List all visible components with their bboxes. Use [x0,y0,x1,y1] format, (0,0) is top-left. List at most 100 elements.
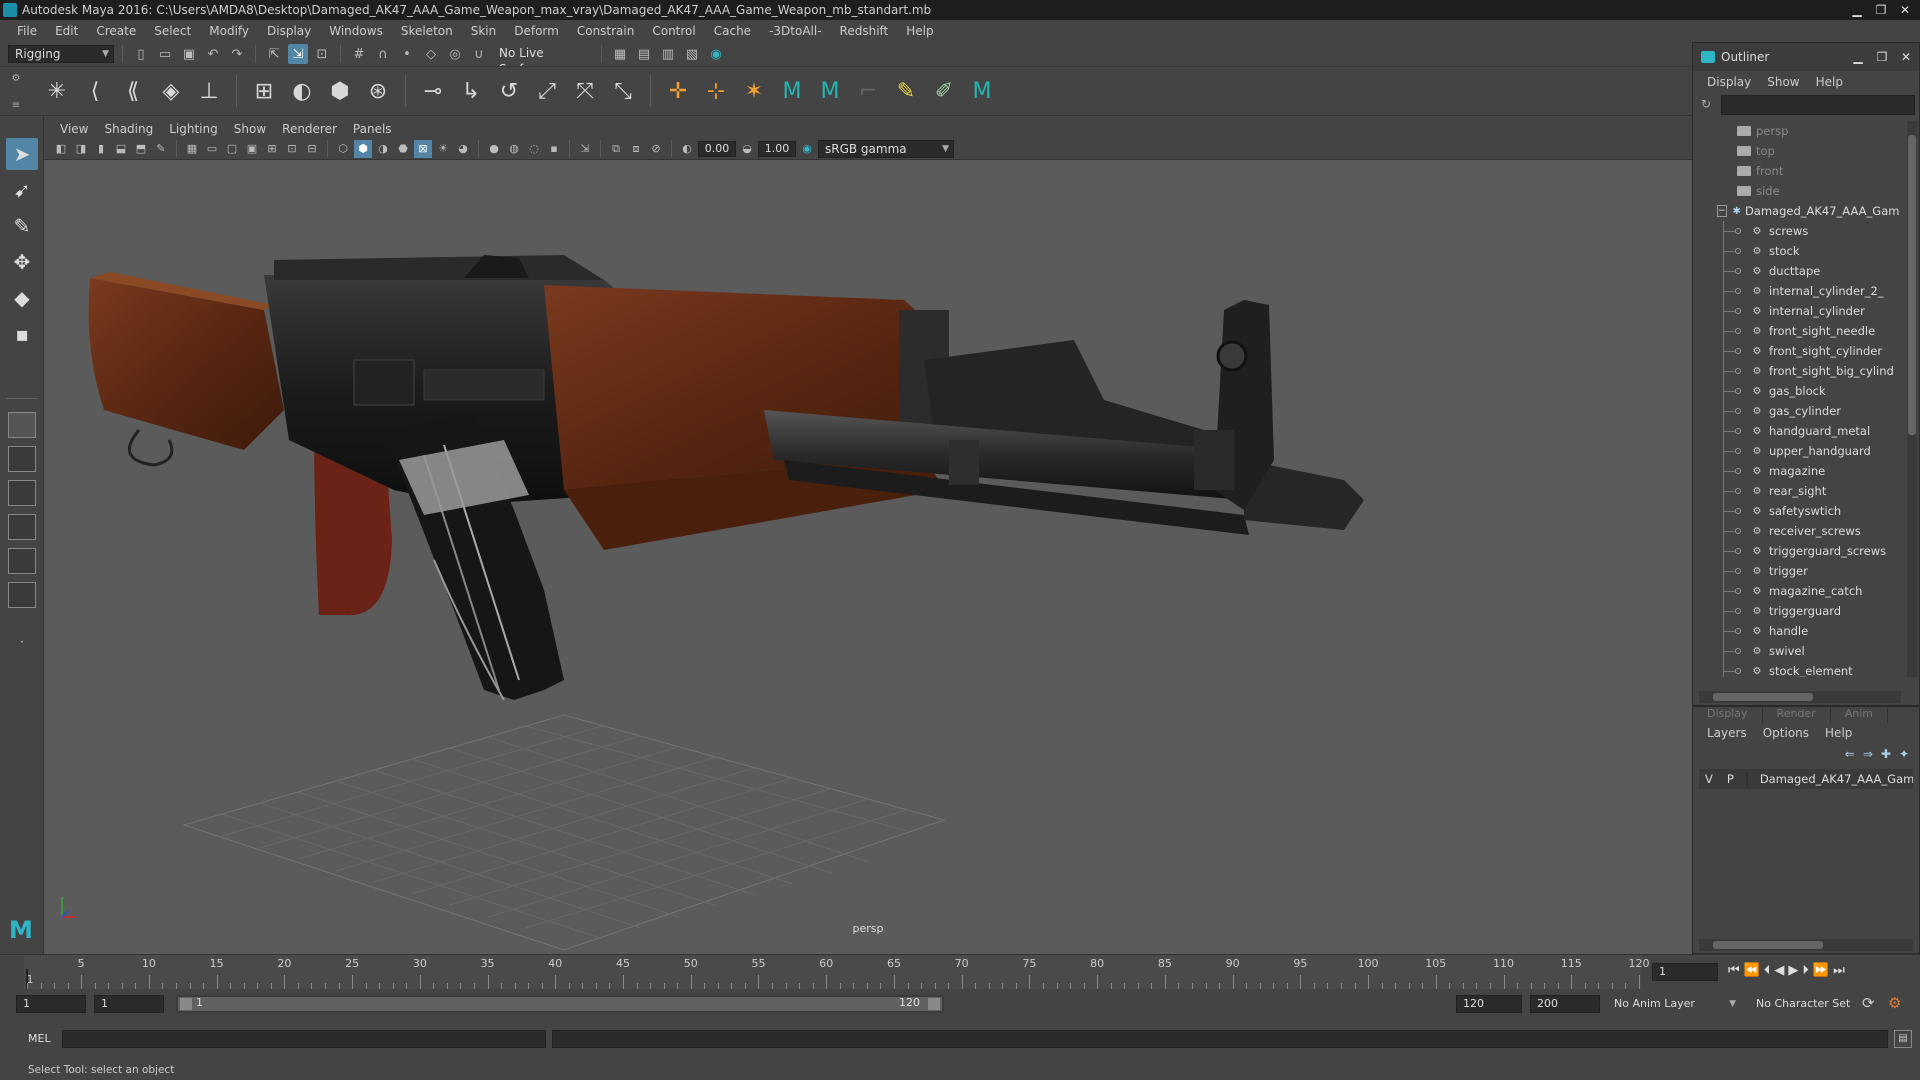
outliner-item-magazine[interactable]: ⚙ magazine [1699,461,1899,481]
step-forward-key-icon[interactable]: ⏩ [1813,963,1829,978]
menu-control[interactable]: Control [643,24,704,38]
tab-anim[interactable]: Anim [1831,707,1888,723]
expand-dot-icon[interactable] [1735,508,1741,514]
minimize-button[interactable]: ▁ [1846,2,1868,18]
parent-constraint-icon[interactable]: ⤧ [570,75,600,107]
snap-surface-icon[interactable]: ◎ [445,44,465,64]
step-back-key-icon[interactable]: ⏪ [1744,963,1760,978]
xray-components-icon[interactable]: ⊘ [647,140,665,158]
expand-dot-icon[interactable] [1735,328,1741,334]
outliner-item-receiver-screws[interactable]: ⚙ receiver_screws [1699,521,1899,541]
step-back-frame-icon[interactable]: ⏴ [1764,963,1771,978]
lattice-icon[interactable]: ⊞ [249,75,279,107]
layer-visibility-toggle[interactable]: V [1705,772,1713,786]
panel-menu-renderer[interactable]: Renderer [274,122,345,136]
outliner-search-input[interactable] [1721,95,1915,115]
outliner-close-button[interactable]: ✕ [1895,49,1917,65]
outliner-item-top[interactable]: top [1699,141,1899,161]
outliner-layout-icon[interactable] [8,514,36,540]
move-layer-down-icon[interactable]: ⇒ [1863,747,1873,761]
field-chart-icon[interactable]: ⊞ [263,140,281,158]
go-to-start-icon[interactable]: ⏮ [1728,963,1740,978]
outliner-item-trigger[interactable]: ⚙ trigger [1699,561,1899,581]
layer-horizontal-scrollbar[interactable] [1699,939,1913,951]
camera-select-icon[interactable]: ◧ [52,140,70,158]
pole-vector-icon[interactable]: ⤡ [608,75,638,107]
gamma-field[interactable]: 1.00 [758,140,796,157]
film-gate-icon[interactable]: ▭ [203,140,221,158]
layer-type-toggle[interactable] [1745,772,1748,786]
animation-preferences-icon[interactable]: ⚙ [1888,994,1901,1012]
render-layout-icon[interactable] [8,582,36,608]
command-input[interactable] [62,1030,546,1048]
two-view-layout-icon[interactable] [8,480,36,506]
expand-dot-icon[interactable] [1735,228,1741,234]
range-slider[interactable]: 1 120 [176,995,944,1013]
joint-tool-icon[interactable]: ✳ [42,75,72,107]
outliner-item-front-sight-cylinder[interactable]: ⚙ front_sight_cylinder [1699,341,1899,361]
skeleton-icon[interactable]: ✶ [739,75,769,107]
outliner-item-rear-sight[interactable]: ⚙ rear_sight [1699,481,1899,501]
outliner-item-upper-handguard[interactable]: ⚙ upper_handguard [1699,441,1899,461]
point-constraint-icon[interactable]: ⊸ [418,75,448,107]
expand-dot-icon[interactable] [1735,628,1741,634]
outliner-item-stock[interactable]: ⚙ stock [1699,241,1899,261]
wireframe-icon[interactable]: ⬡ [334,140,352,158]
camera-attributes-icon[interactable]: ◨ [72,140,90,158]
mash-icon[interactable]: M [967,75,997,107]
blank-slot-icon[interactable]: ⌐ [853,75,883,107]
viewport-persp[interactable]: persp [44,160,1692,954]
menu-select[interactable]: Select [145,24,200,38]
bind-skin-icon[interactable]: ◈ [156,75,186,107]
expand-dot-icon[interactable] [1735,528,1741,534]
ik-spline-icon[interactable]: ⟪ [118,75,148,107]
select-component-icon[interactable]: ⊡ [312,44,332,64]
outliner-vertical-scrollbar[interactable] [1907,121,1917,677]
four-view-layout-icon[interactable] [8,446,36,472]
character-set-dropdown[interactable]: No Character Set [1750,995,1860,1013]
play-backwards-icon[interactable]: ◀ [1774,963,1784,978]
xray-joints-icon[interactable]: ⧈ [627,140,645,158]
menu-modify[interactable]: Modify [200,24,258,38]
outliner-item-internal-cylinder-2[interactable]: ⚙ internal_cylinder_2_ [1699,281,1899,301]
more-layouts-icon[interactable]: · [6,626,38,658]
bookmark-icon[interactable]: ▮ [92,140,110,158]
select-hierarchy-icon[interactable]: ⇱ [264,44,284,64]
expand-dot-icon[interactable] [1735,288,1741,294]
open-scene-icon[interactable]: ▭ [155,44,175,64]
current-frame-field[interactable]: 1 [1652,963,1718,981]
mirror-joint-icon[interactable]: ⊥ [194,75,224,107]
layer-playback-toggle[interactable]: P [1727,772,1734,786]
expand-dot-icon[interactable] [1735,388,1741,394]
outliner-item-front-sight-needle[interactable]: ⚙ front_sight_needle [1699,321,1899,341]
outliner-item-front-sight-big-cylind[interactable]: ⚙ front_sight_big_cylind [1699,361,1899,381]
step-forward-frame-icon[interactable]: ⏵ [1802,963,1809,978]
anti-aliasing-icon[interactable]: ◌ [525,140,543,158]
menuset-dropdown[interactable]: Rigging ▼ [8,45,114,63]
tab-display[interactable]: Display [1693,707,1763,723]
gate-mask-icon[interactable]: ▣ [243,140,261,158]
ik-handle-icon[interactable]: ⟨ [80,75,110,107]
snap-grid-icon[interactable]: # [349,44,369,64]
tab-render[interactable]: Render [1763,707,1831,723]
expand-dot-icon[interactable] [1735,588,1741,594]
image-plane-icon[interactable]: ⬓ [112,140,130,158]
outliner-item-group[interactable]: − ✱ Damaged_AK47_AAA_Gam [1699,201,1899,221]
live-surface-field[interactable]: No Live Surface [493,45,593,76]
time-ruler[interactable]: 1 5 10 15 20 25 30 35 40 45 50 55 60 65 70 75 80 85 90 95 1… [24,955,1650,989]
outliner-menu-display[interactable]: Display [1699,75,1759,89]
outliner-item-swivel[interactable]: ⚙ swivel [1699,641,1899,661]
render-view-icon[interactable]: ◉ [706,44,726,64]
menu-skeleton[interactable]: Skeleton [392,24,462,38]
color-management-icon[interactable]: ◉ [798,140,816,158]
2d-pan-zoom-icon[interactable]: ⬒ [132,140,150,158]
paint-tool-icon[interactable]: ✐ [929,75,959,107]
depth-of-field-icon[interactable]: ▪ [545,140,563,158]
outliner-header[interactable]: Outliner ▁ ❐ ✕ [1693,43,1919,71]
new-layer-icon[interactable]: ✚ [1881,747,1891,761]
outliner-item-gas-cylinder[interactable]: ⚙ gas_cylinder [1699,401,1899,421]
textured-icon[interactable]: ⊠ [414,139,432,158]
expand-dot-icon[interactable] [1735,468,1741,474]
cluster-icon[interactable]: ◐ [287,75,317,107]
outliner-item-side[interactable]: side [1699,181,1899,201]
